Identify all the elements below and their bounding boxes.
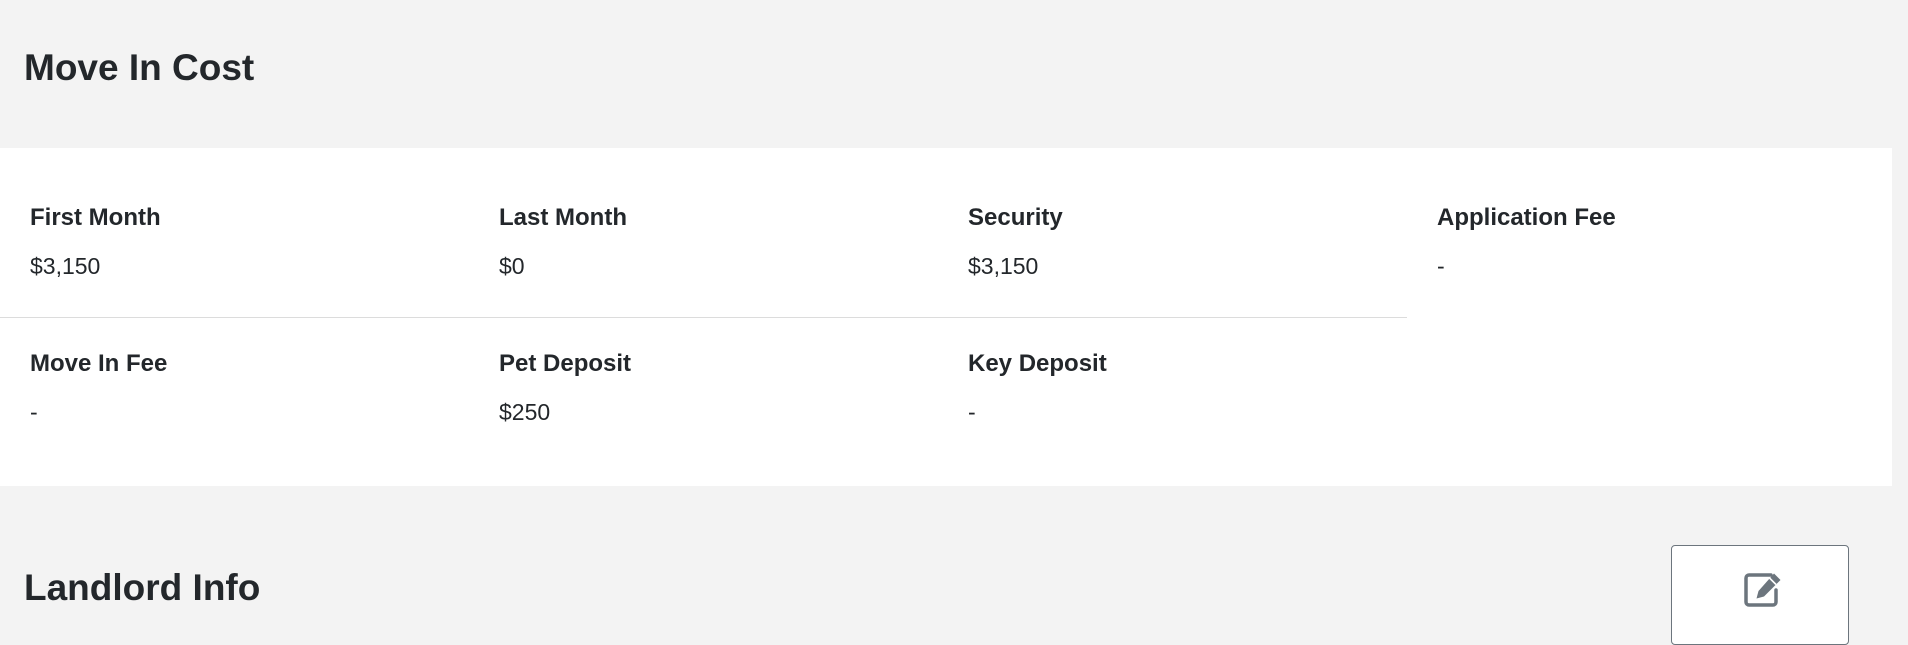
cost-value: $3,150	[30, 253, 101, 279]
cost-value: $0	[499, 253, 525, 279]
edit-landlord-info-button[interactable]	[1671, 545, 1849, 645]
cost-value: -	[968, 399, 976, 425]
cost-item-security: Security $3,150	[968, 204, 1408, 280]
cost-item-last-month: Last Month $0	[499, 204, 939, 280]
cost-item-first-month: First Month $3,150	[30, 204, 470, 280]
move-in-cost-title: Move In Cost	[24, 47, 255, 88]
cost-item-pet-deposit: Pet Deposit $250	[499, 350, 939, 426]
edit-icon	[1744, 573, 1781, 607]
landlord-info-title: Landlord Info	[24, 567, 261, 608]
move-in-cost-card: First Month $3,150 Last Month $0 Securit…	[0, 148, 1892, 486]
cost-label: Security	[968, 204, 1063, 231]
cost-item-application-fee: Application Fee -	[1437, 204, 1877, 280]
cost-value: -	[30, 399, 38, 425]
cost-value: $250	[499, 399, 551, 425]
cost-label: Application Fee	[1437, 204, 1616, 231]
cost-value: -	[1437, 253, 1445, 279]
cost-item-move-in-fee: Move In Fee -	[30, 350, 470, 426]
cost-label: Move In Fee	[30, 350, 168, 377]
cost-label: Key Deposit	[968, 350, 1107, 377]
cost-label: Pet Deposit	[499, 350, 632, 377]
cost-item-key-deposit: Key Deposit -	[968, 350, 1408, 426]
cost-value: $3,150	[968, 253, 1039, 279]
row-divider	[0, 317, 1407, 318]
cost-label: First Month	[30, 204, 161, 231]
cost-label: Last Month	[499, 204, 627, 231]
